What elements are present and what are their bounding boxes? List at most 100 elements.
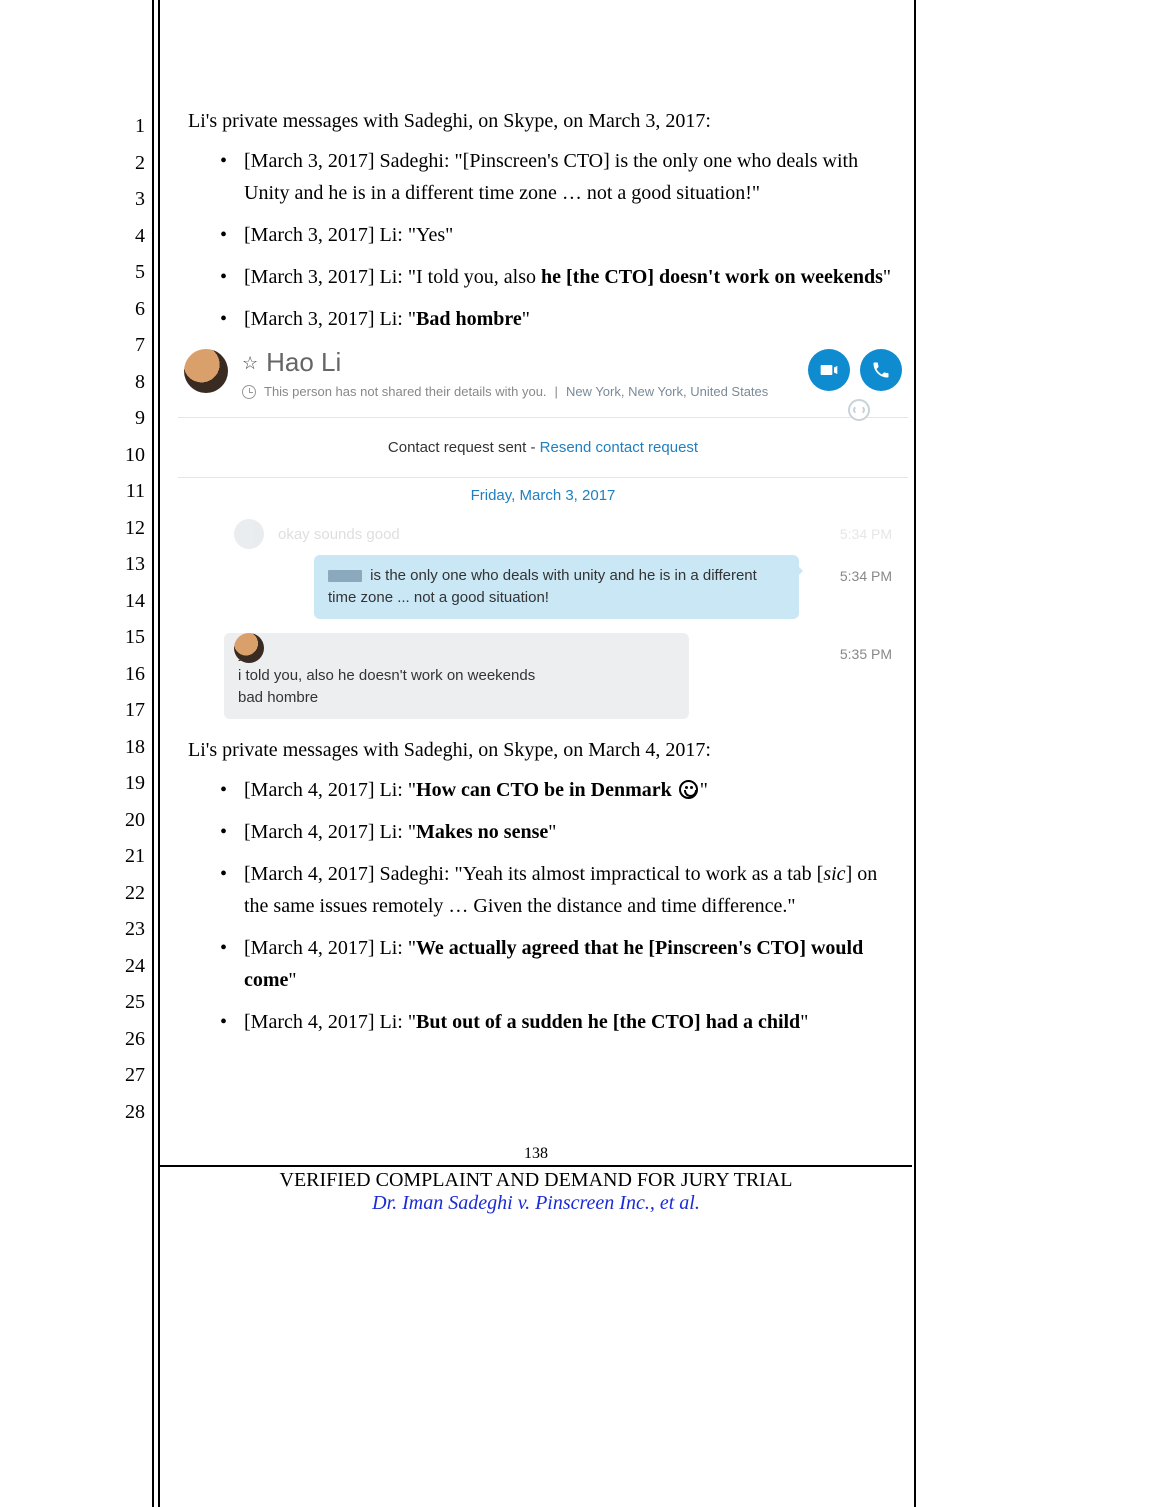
incoming-bubble: yes i told you, also he doesn't work on …: [224, 633, 689, 719]
contact-name: Hao Li: [266, 349, 341, 376]
incoming-line-2: i told you, also he doesn't work on week…: [238, 665, 675, 687]
header-name-row: ☆ Hao Li: [242, 349, 808, 376]
globe-icon[interactable]: [848, 399, 870, 421]
list-item: [March 3, 2017] Sadeghi: "[Pinscreen's C…: [220, 145, 903, 209]
line-number: 6: [115, 291, 145, 328]
bullet-prefix: [March 4, 2017] Li: ": [244, 821, 416, 843]
line-number: 20: [115, 802, 145, 839]
line-number: 14: [115, 583, 145, 620]
bullet-suffix: ": [800, 1011, 808, 1033]
footer-rule: [160, 1165, 912, 1167]
line-number: 16: [115, 656, 145, 693]
header-text-block: ☆ Hao Li This person has not shared thei…: [242, 349, 808, 405]
line-number: 4: [115, 218, 145, 255]
line-number: 9: [115, 400, 145, 437]
line-number: 17: [115, 692, 145, 729]
separator: |: [555, 378, 558, 405]
line-number: 21: [115, 838, 145, 875]
star-icon[interactable]: ☆: [242, 354, 258, 372]
bullet-suffix: ": [288, 969, 296, 991]
resend-link[interactable]: Resend contact request: [540, 439, 698, 456]
bullet-prefix: [March 4, 2017] Li: ": [244, 1011, 416, 1033]
line-number: 26: [115, 1021, 145, 1058]
contact-request-row: Contact request sent - Resend contact re…: [178, 418, 908, 471]
list-item: [March 3, 2017] Li: "I told you, also he…: [220, 261, 903, 293]
line-number: 8: [115, 364, 145, 401]
video-call-button[interactable]: [808, 349, 850, 391]
video-icon: [819, 360, 839, 380]
line-number: 7: [115, 327, 145, 364]
list-item: [March 4, 2017] Li: "But out of a sudden…: [220, 1006, 903, 1038]
incoming-message-row: yes i told you, also he doesn't work on …: [184, 633, 902, 719]
bullet-bold: Makes no sense: [416, 821, 548, 843]
skype-header: ☆ Hao Li This person has not shared thei…: [178, 345, 908, 411]
line-number: 25: [115, 984, 145, 1021]
vertical-rule-1: [152, 0, 154, 1507]
page-footer: 138 VERIFIED COMPLAINT AND DEMAND FOR JU…: [160, 1145, 912, 1215]
bullet-list-march3: [March 3, 2017] Sadeghi: "[Pinscreen's C…: [188, 145, 903, 335]
smiley-icon: [679, 780, 698, 799]
contact-location: New York, New York, United States: [566, 378, 768, 405]
outgoing-message-row: is the only one who deals with unity and…: [184, 555, 902, 619]
line-number: 27: [115, 1057, 145, 1094]
bullet-bold: he [the CTO] doesn't work on weekends: [541, 266, 883, 288]
list-item: [March 4, 2017] Li: "How can CTO be in D…: [220, 774, 903, 806]
list-item: [March 3, 2017] Li: "Yes": [220, 219, 903, 251]
list-item: [March 4, 2017] Li: "We actually agreed …: [220, 932, 903, 996]
header-subtitle: This person has not shared their details…: [242, 378, 808, 405]
audio-call-button[interactable]: [860, 349, 902, 391]
bullet-prefix: [March 4, 2017] Li: ": [244, 779, 416, 801]
call-buttons: [808, 349, 902, 391]
line-number: 18: [115, 729, 145, 766]
outgoing-text: is the only one who deals with unity and…: [328, 567, 757, 606]
line-number: 1: [115, 108, 145, 145]
bullet-suffix: ": [700, 779, 708, 801]
page-number: 138: [160, 1145, 912, 1163]
legal-page: 1234567891011121314151617181920212223242…: [0, 0, 1165, 1507]
bullet-prefix: [March 3, 2017] Li: ": [244, 308, 416, 330]
bullet-suffix: ": [548, 821, 556, 843]
intro-paragraph-1: Li's private messages with Sadeghi, on S…: [188, 108, 903, 135]
bullet-suffix: ": [883, 266, 891, 288]
line-number: 11: [115, 473, 145, 510]
avatar-small-hao: [234, 633, 264, 663]
list-item: [March 4, 2017] Li: "Makes no sense": [220, 816, 903, 848]
bullet-prefix: [March 3, 2017] Li: "I told you, also: [244, 266, 541, 288]
outgoing-time: 5:34 PM: [840, 563, 892, 590]
message-area: Friday, March 3, 2017 okay sounds good 5…: [178, 478, 908, 719]
resend-prefix: Contact request sent -: [388, 439, 540, 456]
bullet-text: [March 3, 2017] Li: "Yes": [244, 224, 453, 246]
skype-screenshot: ☆ Hao Li This person has not shared thei…: [178, 345, 908, 719]
bullet-bold: But out of a sudden he [the CTO] had a c…: [416, 1011, 800, 1033]
intro-paragraph-2: Li's private messages with Sadeghi, on S…: [188, 737, 903, 764]
incoming-time: 5:35 PM: [840, 641, 892, 668]
date-divider: Friday, March 3, 2017: [184, 478, 902, 519]
incoming-line-3: bad hombre: [238, 687, 675, 709]
avatar[interactable]: [184, 349, 228, 393]
faded-message-time: 5:34 PM: [840, 521, 892, 548]
phone-icon: [871, 360, 891, 380]
line-number-gutter: 1234567891011121314151617181920212223242…: [115, 108, 145, 1130]
bullet-text-a: [March 4, 2017] Sadeghi: "Yeah its almos…: [244, 863, 823, 885]
footer-title: VERIFIED COMPLAINT AND DEMAND FOR JURY T…: [160, 1169, 912, 1192]
vertical-rule-right: [914, 0, 916, 1507]
bullet-text: [March 3, 2017] Sadeghi: "[Pinscreen's C…: [244, 150, 858, 204]
line-number: 28: [115, 1094, 145, 1131]
clock-icon: [242, 385, 256, 399]
bullet-bold: Bad hombre: [416, 308, 522, 330]
avatar-small: [234, 519, 264, 549]
header-separator: [178, 417, 908, 418]
line-number: 19: [115, 765, 145, 802]
footer-case-name: Dr. Iman Sadeghi v. Pinscreen Inc., et a…: [160, 1192, 912, 1215]
outgoing-bubble: is the only one who deals with unity and…: [314, 555, 799, 619]
line-number: 10: [115, 437, 145, 474]
details-note: This person has not shared their details…: [264, 378, 547, 405]
bullet-prefix: [March 4, 2017] Li: ": [244, 937, 416, 959]
redacted-name: [328, 570, 362, 582]
line-number: 12: [115, 510, 145, 547]
bullet-sic: sic: [823, 863, 845, 885]
line-number: 2: [115, 145, 145, 182]
line-number: 24: [115, 948, 145, 985]
bullet-list-march4: [March 4, 2017] Li: "How can CTO be in D…: [188, 774, 903, 1038]
page-content: Li's private messages with Sadeghi, on S…: [188, 108, 903, 1048]
